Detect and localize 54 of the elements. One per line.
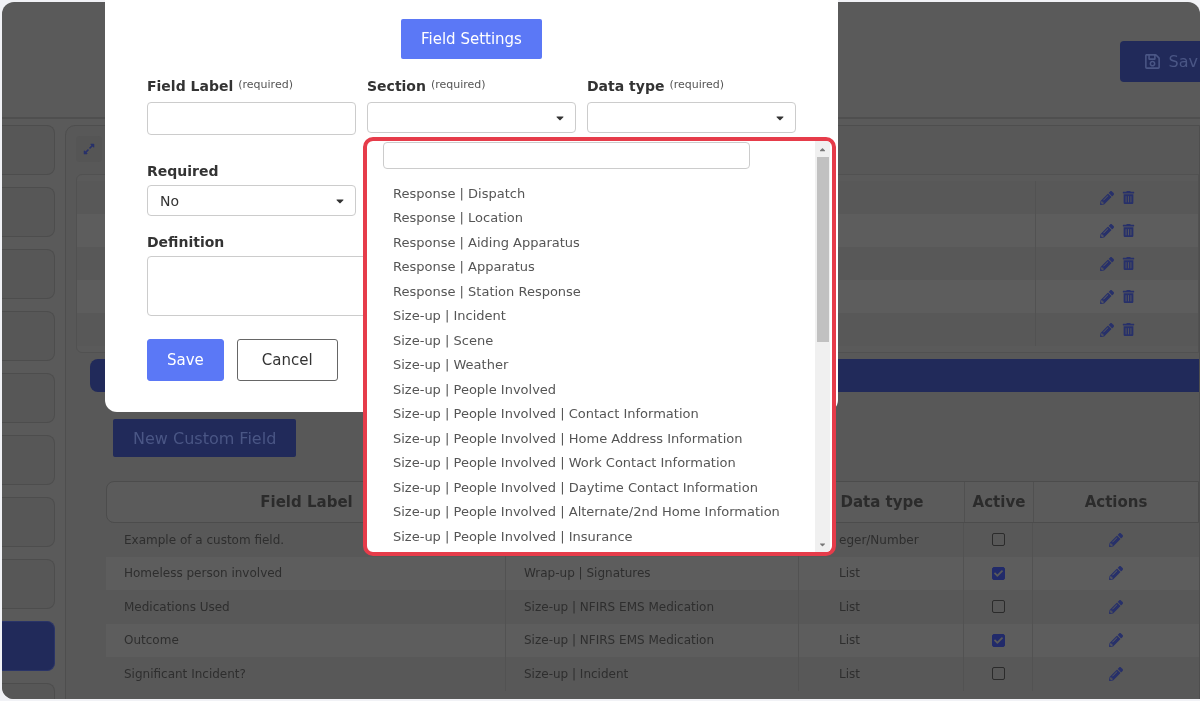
input-field[interactable]: [147, 102, 356, 135]
dropdown-option[interactable]: Size-up | People Involved | Insurance: [383, 524, 815, 549]
pencil-icon[interactable]: [1099, 322, 1114, 337]
pencil-icon[interactable]: [1099, 256, 1114, 271]
dropdown-option[interactable]: Size-up | People Involved | Contact Information: [383, 401, 815, 426]
required-hint: (required): [669, 78, 725, 91]
dropdown-option[interactable]: Size-up | People Involved | Work Contact Information: [383, 450, 815, 475]
save-icon: [1143, 53, 1161, 70]
dropdown-option[interactable]: Size-up | People Involved: [383, 377, 815, 402]
field-label: Field Label: [147, 78, 234, 94]
trash-icon[interactable]: [1121, 257, 1135, 270]
dropdown-option[interactable]: Size-up | People Involved | Alternate/2nd Home Information: [383, 499, 815, 524]
select-field[interactable]: No: [147, 185, 356, 216]
pencil-icon[interactable]: [1109, 566, 1123, 581]
trash-icon[interactable]: [1121, 290, 1135, 303]
dropdown-option[interactable]: Response | Dispatch: [383, 181, 815, 206]
save-button[interactable]: Save: [147, 339, 224, 381]
search-field[interactable]: [383, 142, 750, 169]
dropdown-option[interactable]: Size-up | Incident: [383, 303, 815, 328]
select-field[interactable]: [367, 102, 576, 133]
pencil-icon[interactable]: [1099, 190, 1114, 205]
pencil-icon[interactable]: [1109, 599, 1123, 614]
dropdown-option[interactable]: Size-up | People Involved | Home Address Information: [383, 426, 815, 451]
select-field[interactable]: [587, 102, 796, 133]
pencil-icon[interactable]: [1109, 633, 1123, 648]
expand-icon: [83, 143, 95, 155]
active-checkbox[interactable]: [991, 600, 1005, 614]
active-checkbox[interactable]: [991, 633, 1005, 647]
scrollbar[interactable]: [815, 141, 830, 552]
pencil-icon[interactable]: [1099, 223, 1114, 238]
dropdown-option[interactable]: Size-up | Weather: [383, 352, 815, 377]
active-checkbox[interactable]: [991, 533, 1005, 547]
pencil-icon[interactable]: [1099, 289, 1114, 304]
field-label: Section: [367, 78, 426, 94]
dropdown-option[interactable]: Response | Apparatus: [383, 254, 815, 279]
cancel-button[interactable]: Cancel: [236, 339, 338, 381]
field-settings-button[interactable]: Field Settings: [401, 19, 542, 59]
pencil-icon[interactable]: [1109, 666, 1123, 681]
active-checkbox[interactable]: [991, 667, 1005, 681]
dropdown-option[interactable]: Response | Station Response: [383, 279, 815, 304]
field-label: Required: [147, 163, 219, 179]
dropdown-option[interactable]: Response | Aiding Apparatus: [383, 230, 815, 255]
trash-icon[interactable]: [1121, 323, 1135, 336]
required-hint: (required): [430, 78, 486, 91]
field-label: Definition: [147, 234, 225, 250]
dropdown-option[interactable]: Size-up | People Involved | Daytime Contact Information: [383, 475, 815, 500]
field-label: Data type: [587, 78, 665, 94]
dropdown-option[interactable]: Response | Location: [383, 205, 815, 230]
active-checkbox[interactable]: [991, 566, 1005, 580]
trash-icon[interactable]: [1121, 191, 1135, 204]
dropdown-option[interactable]: Size-up | Scene: [383, 328, 815, 353]
pencil-icon[interactable]: [1109, 532, 1123, 547]
trash-icon[interactable]: [1121, 224, 1135, 237]
required-hint: (required): [238, 78, 293, 91]
